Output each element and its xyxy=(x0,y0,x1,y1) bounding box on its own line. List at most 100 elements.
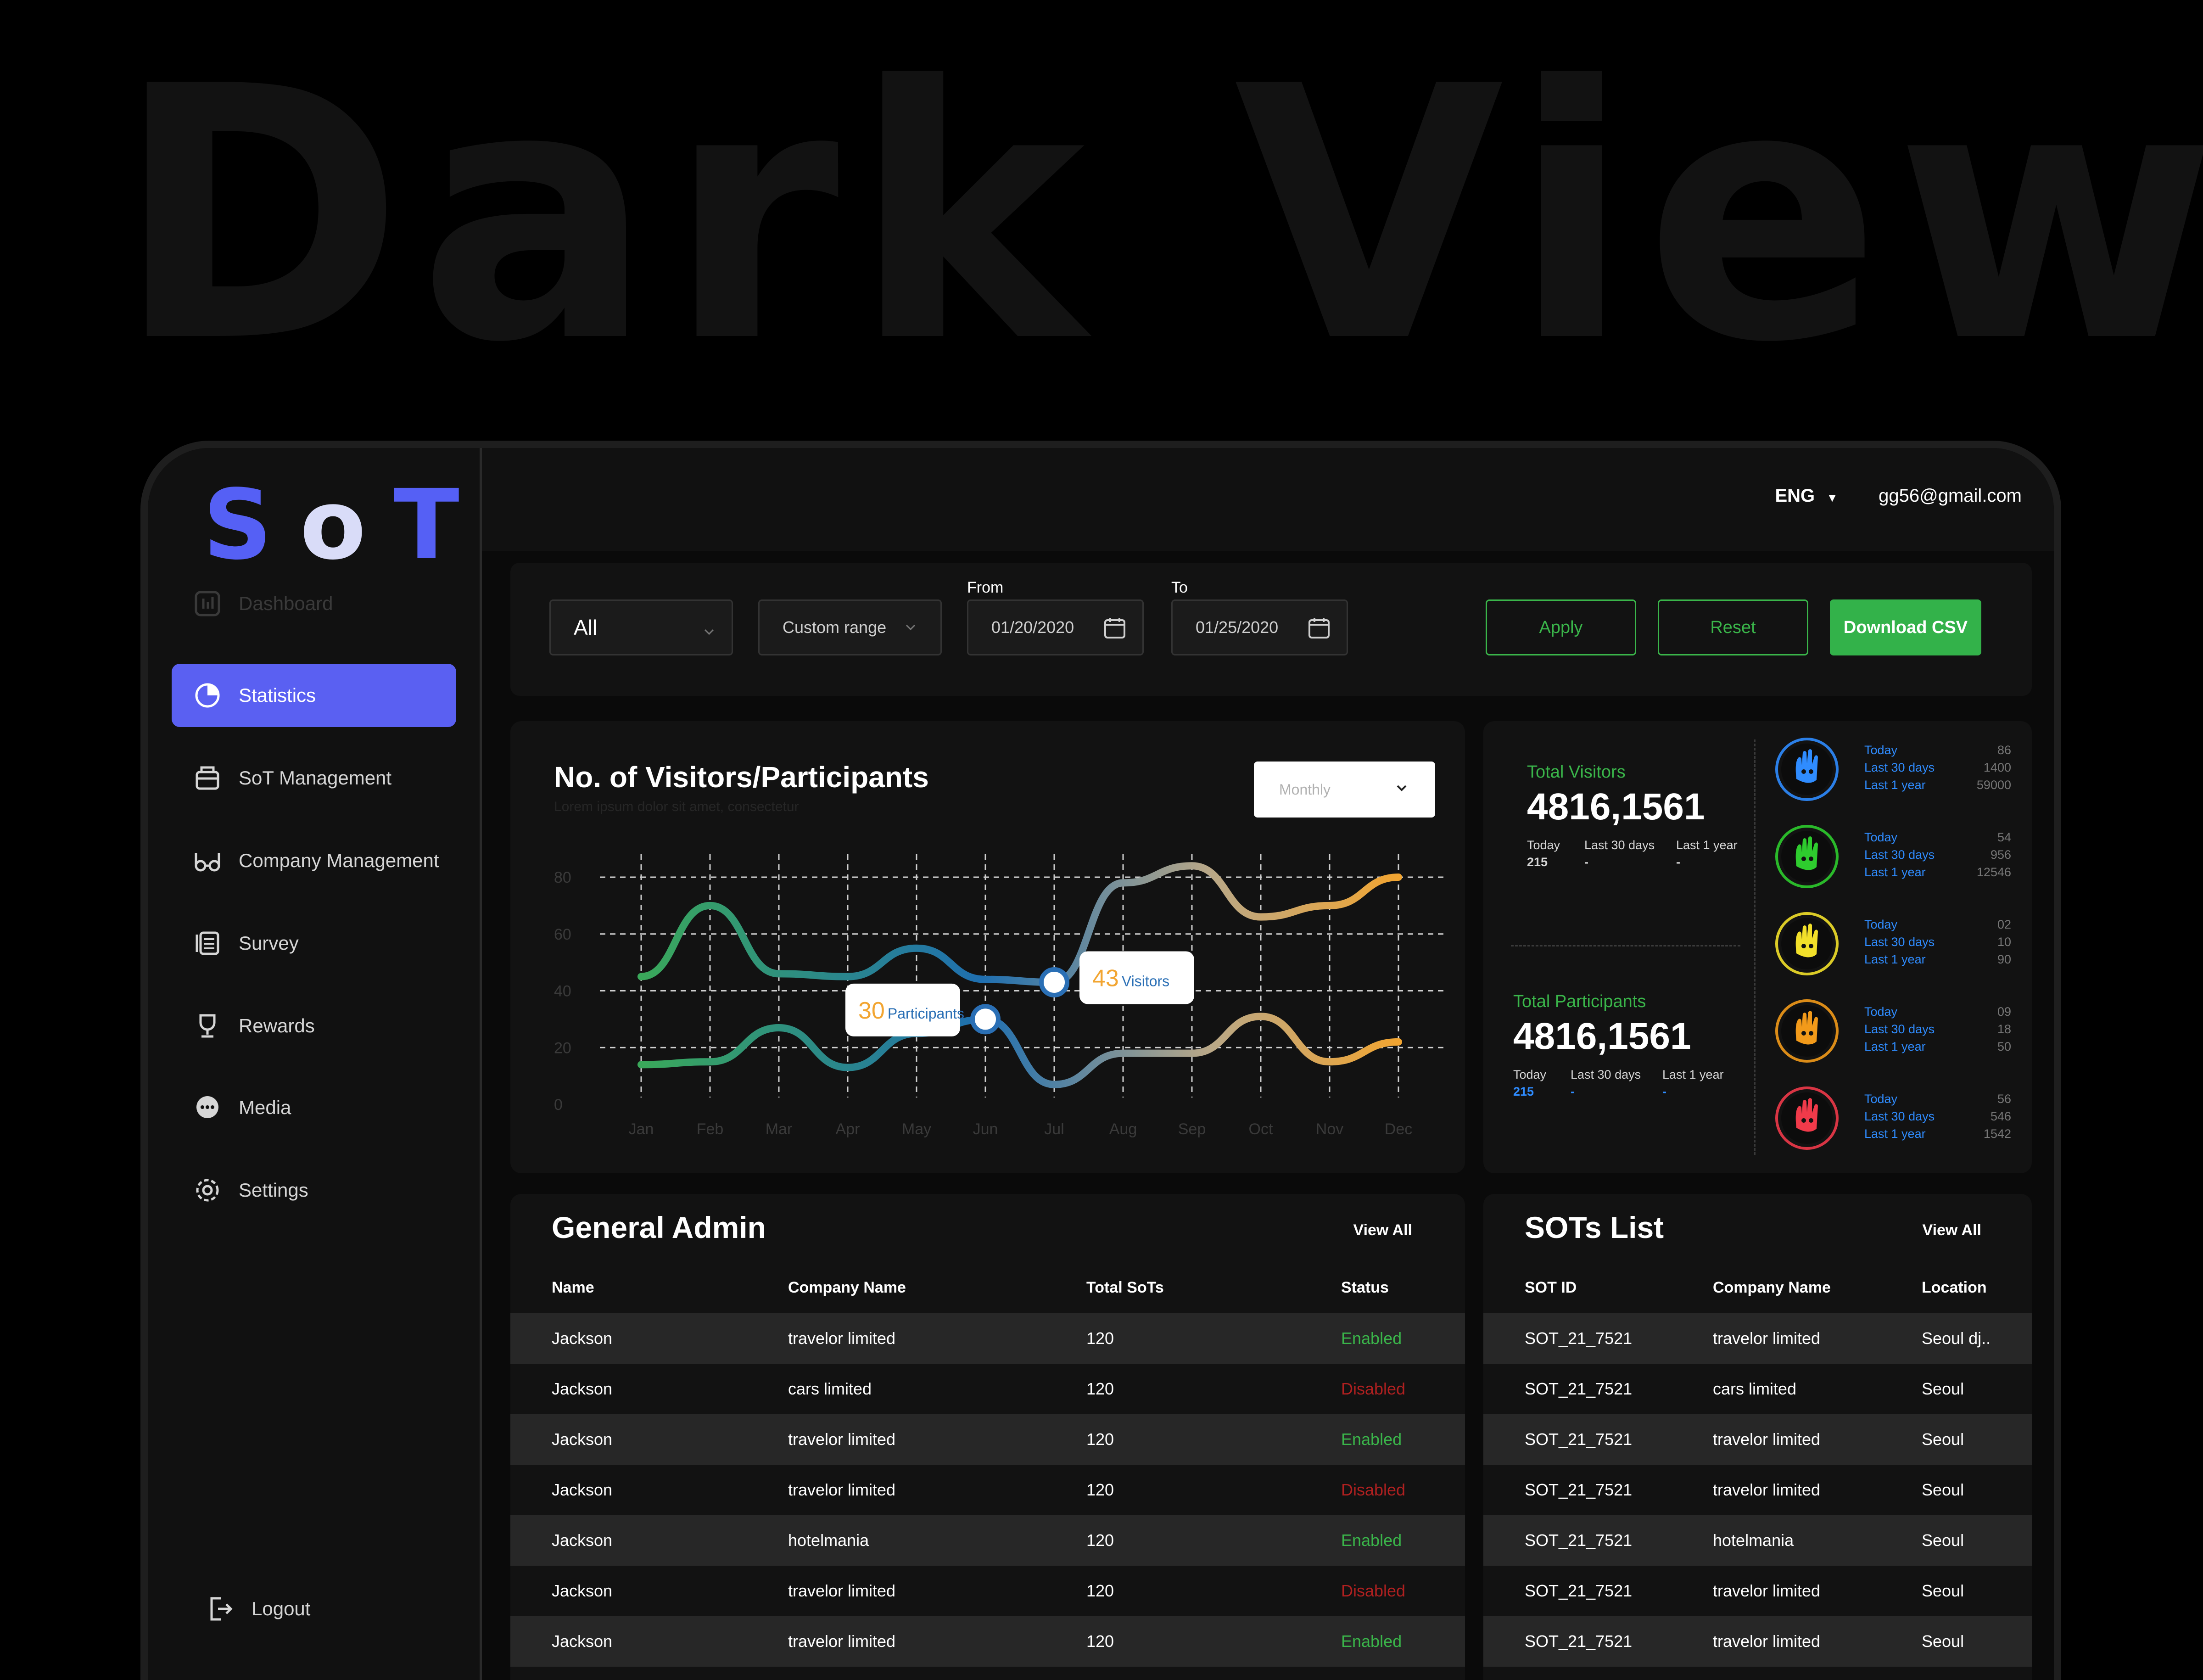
x-tick-label: Jul xyxy=(1044,1120,1064,1138)
sidebar-item-company-management[interactable]: Company Management xyxy=(172,829,456,892)
table-row[interactable]: SOT_21_7521 travelor limited Seoul dj.. xyxy=(1483,1313,2032,1364)
mood-d30-value: 1400 xyxy=(1983,761,2011,774)
x-tick-label: May xyxy=(902,1120,931,1138)
sot-id-cell: SOT_21_7521 xyxy=(1525,1531,1633,1550)
vertical-divider xyxy=(1754,739,1756,1155)
sots-view-all-link[interactable]: View All xyxy=(1923,1221,1982,1239)
mood-d30-label: Last 30 days xyxy=(1864,935,1935,949)
sot-location-cell: Seoul xyxy=(1922,1531,1964,1550)
x-tick-label: Nov xyxy=(1316,1120,1343,1138)
table-row[interactable]: Jackson hotelmania 120 Enabled xyxy=(510,1515,1465,1566)
table-row[interactable]: SOT_21_7521 cars limited Seoul xyxy=(1483,1364,2032,1414)
type-select[interactable]: All xyxy=(549,599,733,655)
table-row[interactable]: Jackson travelor limited 120 Disabled xyxy=(510,1465,1465,1515)
visitors-chart-panel: No. of Visitors/Participants Lorem ipsum… xyxy=(510,721,1465,1173)
data-point-marker[interactable] xyxy=(1039,967,1069,997)
mood-today-value: 56 xyxy=(1997,1092,2011,1106)
from-date-value: 01/20/2020 xyxy=(991,618,1074,637)
sot-company-cell: travelor limited xyxy=(1713,1632,1821,1651)
filter-bar: All Custom range From 01/20/2020 To 01/2… xyxy=(510,563,2032,696)
admin-col-header: Status xyxy=(1341,1279,1389,1296)
admin-col-header: Company Name xyxy=(788,1279,906,1296)
yellow-hand-icon xyxy=(1775,912,1839,975)
apply-button[interactable]: Apply xyxy=(1486,599,1636,655)
download-csv-button[interactable]: Download CSV xyxy=(1830,599,1981,655)
sidebar: SoT Dashboard Statistics SoT Management xyxy=(148,448,482,1680)
to-date-input[interactable]: 01/25/2020 xyxy=(1171,599,1348,655)
general-admin-panel: General Admin View All Name Company Name… xyxy=(510,1194,1465,1680)
range-select[interactable]: Custom range xyxy=(758,599,942,655)
sots-col-header: Company Name xyxy=(1713,1279,1831,1296)
line-chart: 0 20 40 60 80 Jan Feb Mar Apr May Jun Jul Aug Sep Oct N… xyxy=(554,854,1447,1138)
chat-bubble-icon xyxy=(194,1094,221,1121)
sidebar-item-survey[interactable]: Survey xyxy=(172,912,456,975)
table-row[interactable]: SOT_21_7521 travelor limited Seoul xyxy=(1483,1465,2032,1515)
mood-today-value: 02 xyxy=(1997,918,2011,931)
device-frame: SoT Dashboard Statistics SoT Management xyxy=(140,441,2061,1680)
table-row[interactable]: SOT_21_7521 travelor limited Seoul xyxy=(1483,1414,2032,1465)
table-row[interactable]: Jackson travelor limited 120 Enabled xyxy=(510,1616,1465,1667)
mood-y1-label: Last 1 year xyxy=(1864,865,1926,879)
admin-view-all-link[interactable]: View All xyxy=(1353,1221,1413,1239)
sot-id-cell: SOT_21_7521 xyxy=(1525,1632,1633,1651)
admin-total-cell: 120 xyxy=(1086,1329,1114,1348)
to-date-value: 01/25/2020 xyxy=(1196,618,1279,637)
sidebar-item-dashboard[interactable]: Dashboard xyxy=(172,572,456,635)
admin-table-title: General Admin xyxy=(552,1210,766,1244)
mood-row: Today 56 Last 30 days 546 Last 1 year 1542 xyxy=(1772,1084,2030,1153)
total-visitors-label: Total Visitors xyxy=(1527,762,1626,782)
table-row[interactable]: SOT_21_7521 travelor limited Seoul xyxy=(1483,1566,2032,1616)
user-email[interactable]: gg56@gmail.com xyxy=(1879,486,2022,506)
mood-today-value: 54 xyxy=(1997,830,2011,844)
mood-d30-value: 10 xyxy=(1997,935,2011,949)
sidebar-item-sot-management[interactable]: SoT Management xyxy=(172,746,456,810)
language-value: ENG xyxy=(1775,486,1815,506)
visitors-30d-value: - xyxy=(1584,855,1588,869)
x-tick-label: Dec xyxy=(1385,1120,1412,1138)
sidebar-item-rewards[interactable]: Rewards xyxy=(172,994,456,1058)
trophy-icon xyxy=(194,1012,221,1040)
sidebar-item-label: Settings xyxy=(239,1179,308,1201)
orange-hand-icon xyxy=(1775,999,1839,1063)
mood-d30-label: Last 30 days xyxy=(1864,761,1935,774)
mood-y1-value: 59000 xyxy=(1976,778,2011,792)
admin-total-cell: 120 xyxy=(1086,1531,1114,1550)
pie-chart-icon xyxy=(194,682,221,709)
total-visitors-value: 4816,1561 xyxy=(1527,786,1705,828)
from-date-input[interactable]: 01/20/2020 xyxy=(967,599,1144,655)
sot-id-cell: SOT_21_7521 xyxy=(1525,1430,1633,1449)
mood-y1-label: Last 1 year xyxy=(1864,1127,1926,1141)
sot-company-cell: travelor limited xyxy=(1713,1329,1821,1348)
admin-col-header: Name xyxy=(552,1279,594,1296)
sot-id-cell: SOT_21_7521 xyxy=(1525,1379,1633,1398)
sidebar-item-media[interactable]: Media xyxy=(172,1076,456,1139)
table-row[interactable]: Jackson cars limited 120 Disabled xyxy=(510,1364,1465,1414)
mood-y1-value: 50 xyxy=(1997,1040,2011,1053)
admin-company-cell: travelor limited xyxy=(788,1329,896,1348)
total-participants-value: 4816,1561 xyxy=(1513,1015,1691,1057)
participants-30d-value: - xyxy=(1571,1085,1575,1098)
table-row[interactable]: Jackson travelor limited 120 Disabled xyxy=(510,1566,1465,1616)
table-row[interactable]: SOT_21_7521 hotelmania Seoul xyxy=(1483,1515,2032,1566)
table-row[interactable]: Jackson travelor limited 120 Enabled xyxy=(510,1414,1465,1465)
logout-button[interactable]: Logout xyxy=(185,1577,469,1641)
top-bar: ENG ▼ gg56@gmail.com xyxy=(482,448,2054,551)
data-point-marker[interactable] xyxy=(970,1004,1001,1035)
language-select[interactable]: ENG ▼ xyxy=(1775,486,1838,506)
mood-row: Today 09 Last 30 days 18 Last 1 year 50 xyxy=(1772,997,2030,1065)
calendar-icon[interactable] xyxy=(1308,616,1331,644)
table-row[interactable]: Jackson travelor limited 120 Enabled xyxy=(510,1313,1465,1364)
reset-button[interactable]: Reset xyxy=(1658,599,1808,655)
calendar-icon[interactable] xyxy=(1103,616,1126,644)
green-hand-icon xyxy=(1775,825,1839,888)
participants-today-label: Today xyxy=(1513,1068,1547,1081)
sidebar-item-statistics[interactable]: Statistics xyxy=(172,664,456,727)
table-row[interactable]: SOT_21_7521 travelor limited Seoul xyxy=(1483,1616,2032,1667)
mood-y1-label: Last 1 year xyxy=(1864,1040,1926,1053)
tooltip-label: Participants xyxy=(888,1005,964,1022)
admin-total-cell: 120 xyxy=(1086,1430,1114,1449)
admin-company-cell: travelor limited xyxy=(788,1581,896,1600)
sidebar-item-settings[interactable]: Settings xyxy=(172,1159,456,1222)
sidebar-item-label: Survey xyxy=(239,932,299,954)
tooltip-value: 43 xyxy=(1092,965,1119,991)
